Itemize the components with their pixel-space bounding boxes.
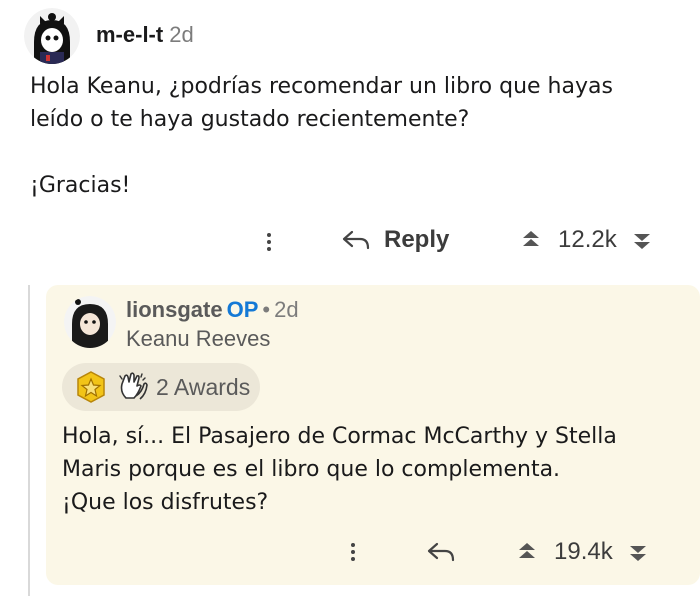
separator: • [262, 297, 271, 322]
reply-meta: lionsgate OP • 2d [126, 296, 299, 324]
reply-button[interactable] [425, 538, 457, 566]
reply-arrow-icon [427, 542, 455, 562]
reply-line: ¡Que los disfrutes? [62, 490, 269, 515]
comment-actions: Reply 12.2k [0, 222, 700, 266]
more-options-icon[interactable] [267, 230, 273, 254]
timestamp: 2d [169, 22, 194, 47]
user-avatar[interactable] [24, 8, 80, 64]
timestamp: 2d [274, 297, 299, 322]
user-flair: Keanu Reeves [126, 326, 271, 351]
reply-line: Hola, sí... El Pasajero de Cormac McCart… [62, 424, 617, 449]
reply-actions: 19.4k [0, 532, 700, 576]
score: 19.4k [554, 538, 613, 565]
downvote-icon[interactable] [629, 226, 655, 254]
more-options-icon[interactable] [351, 540, 357, 564]
comment-line: Hola Keanu, ¿podrías recomendar un libro… [30, 74, 613, 99]
gold-award-icon [77, 371, 105, 403]
op-badge: OP [226, 297, 259, 322]
awards-label: 2 Awards [156, 373, 251, 400]
reply-body: Hola, sí... El Pasajero de Cormac McCart… [62, 420, 692, 519]
upvote-icon[interactable] [514, 538, 540, 566]
vote-controls: 12.2k [518, 226, 655, 254]
comment-meta: m-e-l-t 2d [96, 20, 194, 50]
score: 12.2k [558, 226, 617, 253]
vote-controls: 19.4k [514, 538, 651, 566]
reply-arrow-icon [342, 230, 370, 250]
reply-line: Maris porque es el libro que lo compleme… [62, 457, 561, 482]
reply-button[interactable]: Reply [340, 226, 449, 254]
clapping-hands-award-icon [119, 372, 148, 400]
username[interactable]: lionsgate [126, 297, 223, 322]
comment-line: leído o te haya gustado recientemente? [30, 107, 470, 132]
reply-label: Reply [384, 226, 450, 253]
comment-body: Hola Keanu, ¿podrías recomendar un libro… [30, 70, 690, 202]
comment-line: ¡Gracias! [30, 173, 131, 198]
upvote-icon[interactable] [518, 226, 544, 254]
username[interactable]: m-e-l-t [96, 22, 163, 47]
reply-avatar[interactable] [64, 296, 116, 348]
downvote-icon[interactable] [625, 538, 651, 566]
awards-pill[interactable]: 2 Awards [62, 363, 260, 411]
